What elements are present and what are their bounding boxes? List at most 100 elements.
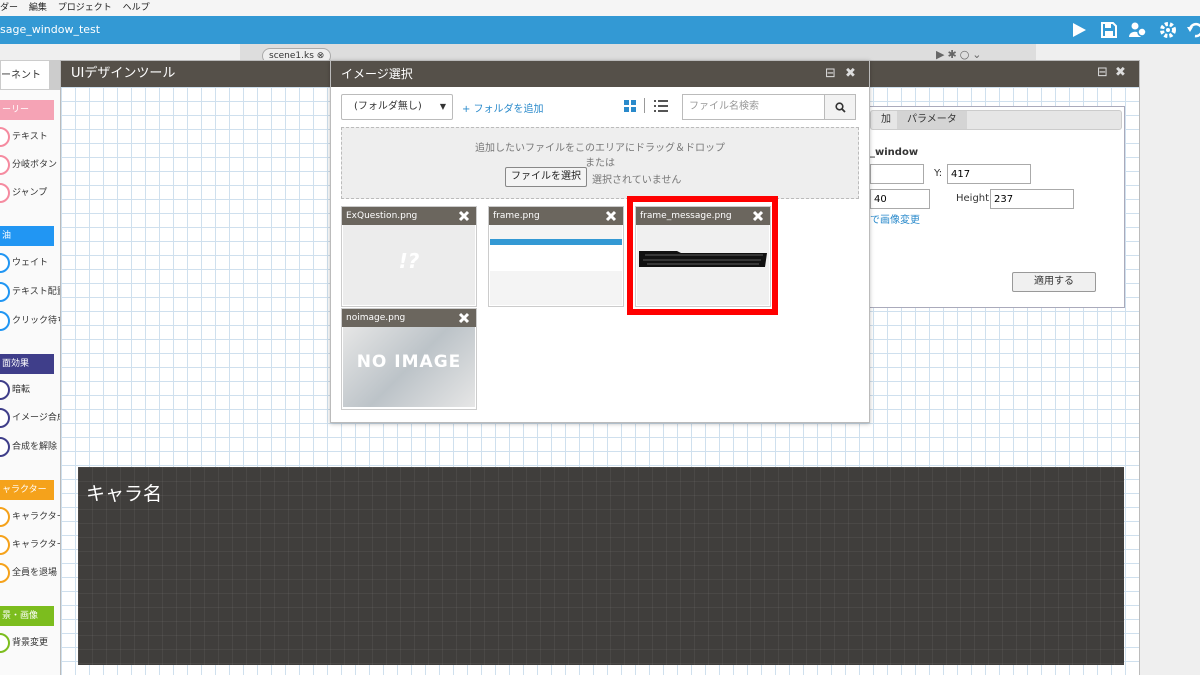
component-release-compose[interactable]: 合成を解除 bbox=[0, 435, 61, 459]
component-jump[interactable]: ジャンプ bbox=[0, 181, 61, 205]
component-icon bbox=[0, 408, 10, 428]
x-field[interactable] bbox=[870, 164, 924, 184]
component-fade[interactable]: 暗転 bbox=[0, 378, 61, 402]
thumbnail-preview: NO IMAGE bbox=[343, 327, 475, 407]
panel-title: UIデザインツール bbox=[71, 66, 176, 81]
file-drop-zone[interactable]: 追加したいファイルをこのエリアにドラッグ＆ドロップ または ファイルを選択 選択… bbox=[341, 127, 859, 199]
component-panel: ーネント ーリー テキスト 分岐ボタン ジャンプ 油 ウェイト テキスト配置 ク… bbox=[0, 60, 62, 675]
menu-view[interactable]: ダー bbox=[0, 3, 18, 13]
component-label: 背景変更 bbox=[12, 638, 49, 648]
component-icon bbox=[0, 253, 10, 273]
grid-view-icon[interactable] bbox=[624, 100, 636, 112]
component-label: テキスト配置 bbox=[12, 287, 62, 297]
message-window[interactable]: キャラ名 bbox=[78, 467, 1124, 665]
category-control[interactable]: 油 bbox=[0, 226, 54, 246]
search-input[interactable]: ファイル名検索 bbox=[682, 94, 824, 120]
y-field[interactable] bbox=[947, 164, 1031, 184]
thumbnail-filename: noimage.png bbox=[342, 309, 476, 327]
image-thumbnail[interactable]: noimage.png NO IMAGE bbox=[341, 308, 477, 410]
component-icon bbox=[0, 282, 10, 302]
component-text[interactable]: テキスト bbox=[0, 125, 61, 149]
thumbnail-preview: !? bbox=[343, 225, 475, 305]
component-icon bbox=[0, 155, 10, 175]
drop-or-text: または bbox=[585, 158, 615, 169]
frame-preview-body bbox=[490, 245, 622, 271]
component-click-wait[interactable]: クリック待ち bbox=[0, 309, 62, 333]
component-branch-button[interactable]: 分岐ボタン bbox=[0, 153, 61, 177]
component-icon bbox=[0, 311, 10, 331]
selection-highlight bbox=[627, 196, 778, 315]
image-thumbnail[interactable]: ExQuestion.png !? bbox=[341, 206, 477, 307]
delete-icon[interactable] bbox=[605, 210, 617, 222]
tab-parameters[interactable]: パラメータ bbox=[897, 111, 967, 129]
component-icon bbox=[0, 380, 10, 400]
close-icon[interactable]: ✖ bbox=[1115, 66, 1126, 80]
component-character-2[interactable]: キャラクター bbox=[0, 533, 62, 557]
minimize-icon[interactable]: ⊟ bbox=[825, 67, 836, 81]
component-icon bbox=[0, 535, 10, 555]
minimize-icon[interactable]: ⊟ bbox=[1097, 66, 1108, 80]
component-label: 全員を退場 bbox=[12, 568, 58, 578]
category-character[interactable]: ャラクター bbox=[0, 480, 54, 500]
width-field[interactable] bbox=[870, 189, 930, 209]
gear-icon[interactable] bbox=[1157, 19, 1179, 41]
component-label: ジャンプ bbox=[12, 188, 48, 198]
component-label: クリック待ち bbox=[12, 316, 62, 326]
component-icon bbox=[0, 633, 10, 653]
properties-tab-row: 加 パラメータ bbox=[870, 110, 1122, 130]
component-label: テキスト bbox=[12, 132, 48, 142]
image-select-dialog: イメージ選択 ⊟ ✖ (フォルダ無し) ▼ + フォルダを追加 ファイル名検索 … bbox=[330, 60, 870, 423]
component-all-exit[interactable]: 全員を退場 bbox=[0, 561, 61, 585]
menu-project[interactable]: プロジェクト bbox=[58, 3, 112, 13]
component-text-layout[interactable]: テキスト配置 bbox=[0, 280, 62, 304]
close-icon[interactable]: ✖ bbox=[845, 67, 856, 81]
search-button[interactable] bbox=[824, 94, 856, 120]
component-icon bbox=[0, 563, 10, 583]
component-label: キャラクター bbox=[12, 512, 62, 522]
delete-icon[interactable] bbox=[458, 210, 470, 222]
play-icon[interactable] bbox=[1068, 19, 1090, 41]
choose-file-button[interactable]: ファイルを選択 bbox=[505, 167, 587, 187]
dialog-title: イメージ選択 bbox=[341, 67, 413, 81]
menu-edit[interactable]: 編集 bbox=[29, 3, 47, 13]
component-icon bbox=[0, 437, 10, 457]
component-wait[interactable]: ウェイト bbox=[0, 251, 61, 275]
folder-select[interactable]: (フォルダ無し) ▼ bbox=[341, 94, 453, 120]
add-folder-link[interactable]: + フォルダを追加 bbox=[462, 100, 544, 115]
search-icon bbox=[834, 101, 846, 113]
component-label: 合成を解除 bbox=[12, 442, 58, 452]
properties-panel: 加 パラメータ _window Y: Height: で画像変更 適用する bbox=[869, 106, 1125, 308]
height-field[interactable] bbox=[990, 189, 1074, 209]
noimage-preview-text: NO IMAGE bbox=[356, 352, 462, 372]
y-label: Y: bbox=[934, 168, 943, 179]
exquestion-preview-text: !? bbox=[398, 249, 420, 273]
users-icon[interactable] bbox=[1127, 19, 1149, 41]
apply-button[interactable]: 適用する bbox=[1012, 272, 1096, 292]
component-icon bbox=[0, 183, 10, 203]
component-character[interactable]: キャラクター bbox=[0, 505, 62, 529]
height-label: Height: bbox=[956, 193, 993, 204]
list-view-icon[interactable] bbox=[654, 100, 668, 112]
caret-down-icon: ▼ bbox=[439, 102, 446, 111]
category-story[interactable]: ーリー bbox=[0, 100, 54, 120]
view-separator bbox=[644, 98, 645, 113]
menu-help[interactable]: ヘルプ bbox=[123, 3, 150, 13]
dialog-header: イメージ選択 ⊟ ✖ bbox=[331, 61, 869, 87]
change-image-link[interactable]: で画像変更 bbox=[870, 211, 920, 226]
component-image-compose[interactable]: イメージ合成 bbox=[0, 406, 62, 430]
element-name: _window bbox=[870, 147, 919, 158]
save-icon[interactable] bbox=[1098, 19, 1120, 41]
delete-icon[interactable] bbox=[458, 312, 470, 324]
category-effects[interactable]: 面効果 bbox=[0, 354, 54, 374]
tab-components[interactable]: ーネント bbox=[0, 60, 50, 90]
image-thumbnail[interactable]: frame.png bbox=[488, 206, 624, 307]
undo-icon[interactable] bbox=[1184, 19, 1200, 41]
component-bg-change[interactable]: 背景変更 bbox=[0, 631, 61, 655]
category-background[interactable]: 景・画像 bbox=[0, 606, 54, 626]
component-label: キャラクター bbox=[12, 540, 62, 550]
drop-instruction: 追加したいファイルをこのエリアにドラッグ＆ドロップ bbox=[475, 143, 725, 154]
thumbnail-filename: ExQuestion.png bbox=[342, 207, 476, 225]
thumbnail-filename: frame.png bbox=[489, 207, 623, 225]
component-label: イメージ合成 bbox=[12, 413, 62, 423]
character-name: キャラ名 bbox=[86, 483, 163, 505]
